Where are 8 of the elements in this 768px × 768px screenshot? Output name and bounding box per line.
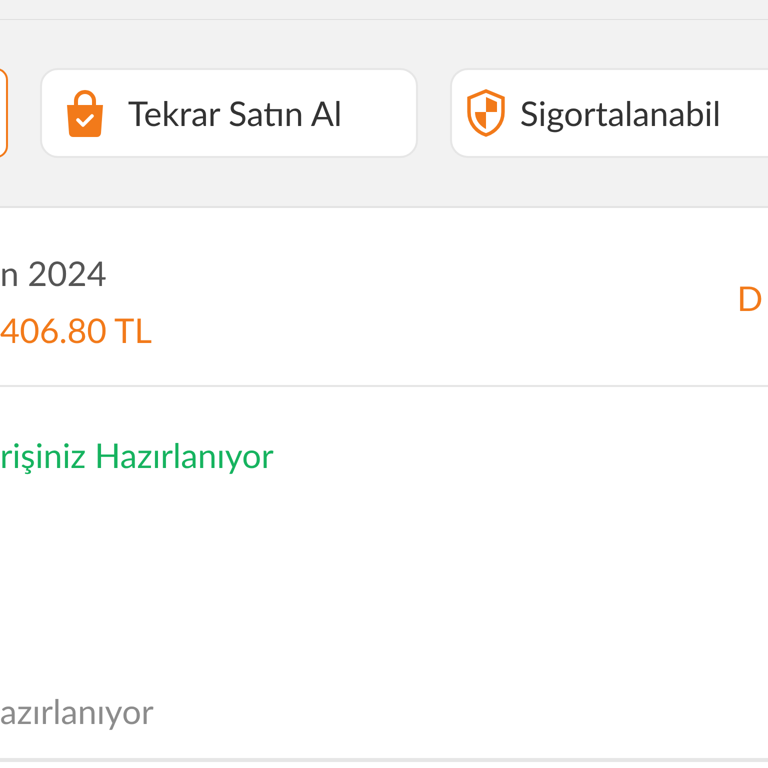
order-total: 406.80 TL bbox=[0, 309, 152, 353]
shopping-bag-icon bbox=[64, 89, 106, 137]
action-chip[interactable]: Tekrar Satın Al bbox=[40, 68, 418, 158]
shield-icon bbox=[466, 89, 506, 137]
order-date: n 2024 bbox=[0, 252, 107, 296]
shipment-status: rişiniz Hazırlanıyor bbox=[0, 434, 274, 478]
action-chip[interactable]: Sigortalanabil bbox=[450, 68, 768, 158]
shipment-note: azırlanıyor bbox=[0, 690, 154, 734]
